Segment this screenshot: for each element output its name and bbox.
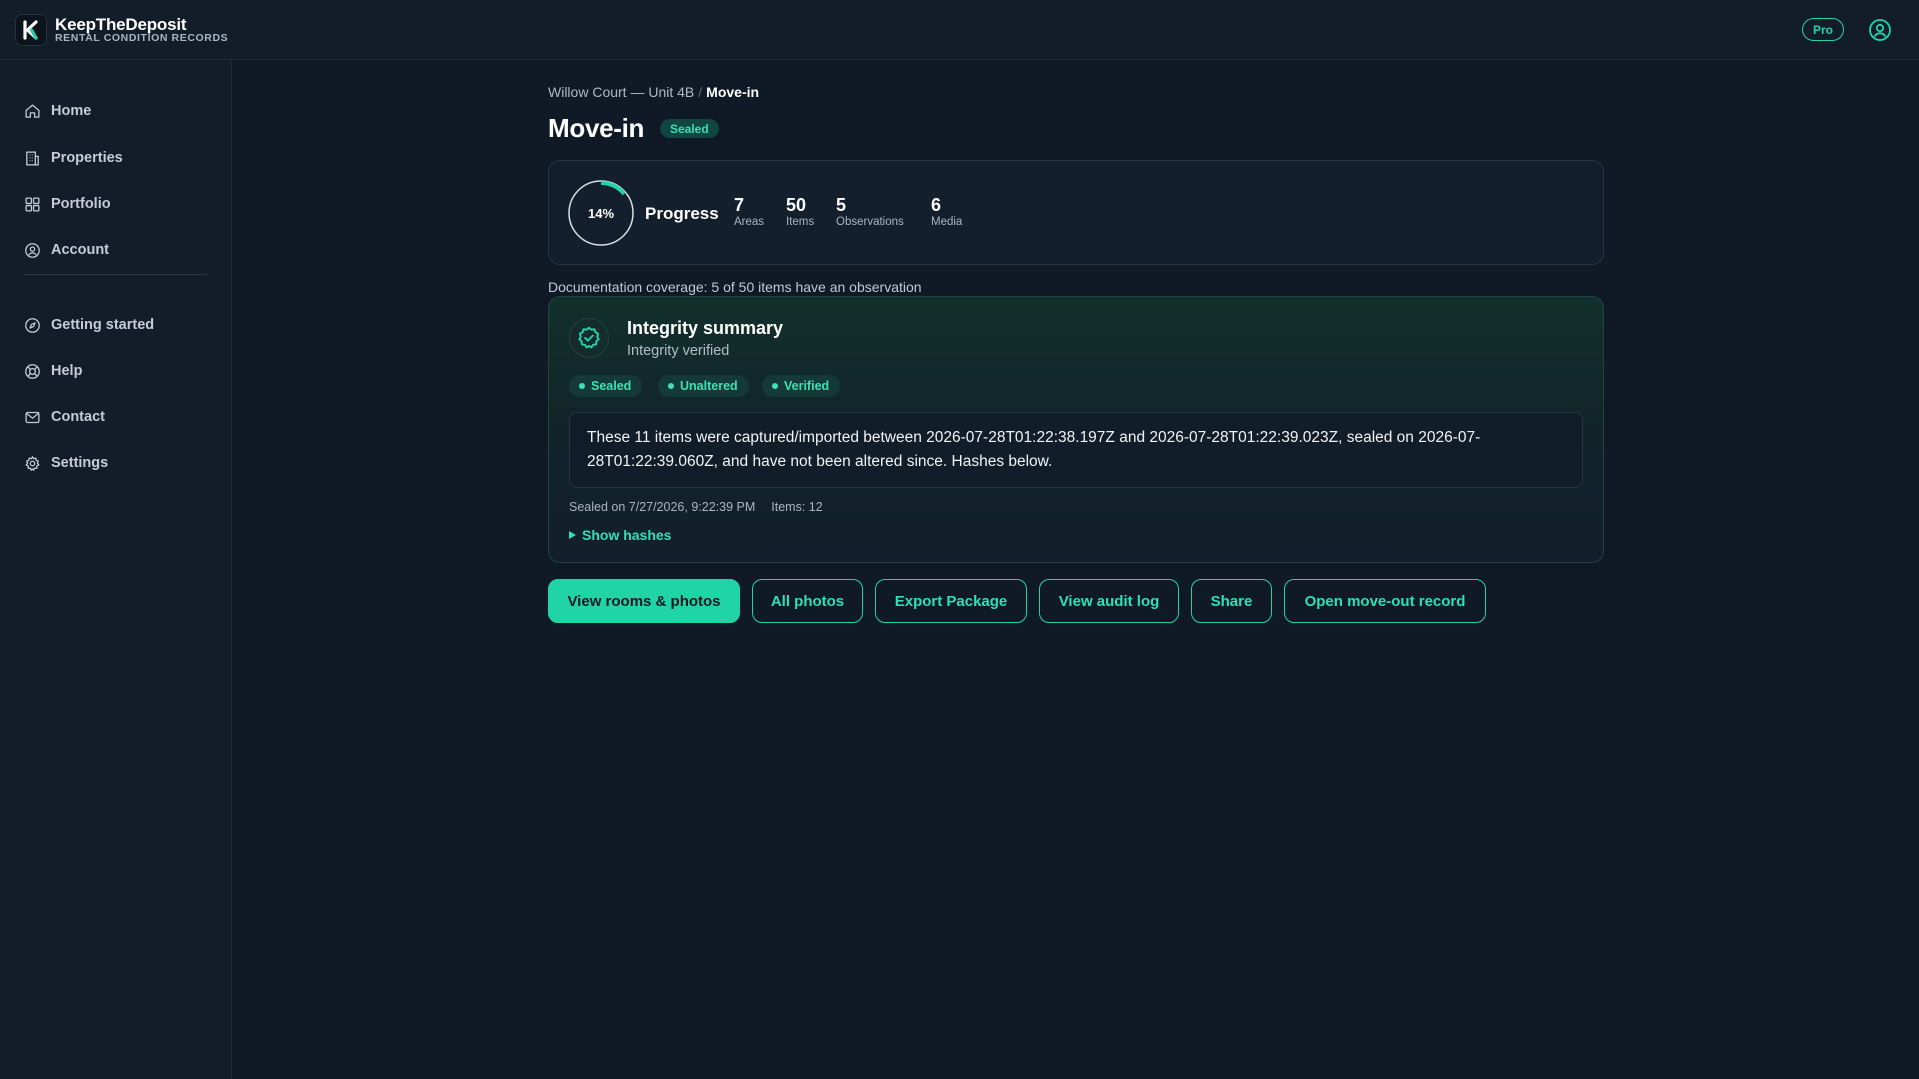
chip-sealed: Sealed xyxy=(569,375,643,397)
open-move-out-record-button[interactable]: Open move-out record xyxy=(1284,579,1486,623)
breadcrumb-parent-link[interactable]: Willow Court — Unit 4B xyxy=(548,84,694,100)
gear-icon xyxy=(25,455,40,471)
sidebar: Home Properties Portfolio Account Gettin… xyxy=(0,60,232,1079)
chip-verified: Verified xyxy=(762,375,841,397)
sidebar-item-properties[interactable]: Properties xyxy=(24,145,123,171)
progress-percent: 14% xyxy=(587,205,615,221)
chip-label: Unaltered xyxy=(680,379,738,393)
status-badge: Sealed xyxy=(660,119,719,138)
stat-observations: 5 Observations xyxy=(836,195,904,230)
stat-value: 7 xyxy=(734,195,745,215)
sidebar-item-label: Portfolio xyxy=(51,196,111,212)
sidebar-item-getting-started[interactable]: Getting started xyxy=(24,312,154,338)
stat-label: Areas xyxy=(734,216,765,228)
sidebar-item-label: Getting started xyxy=(51,317,155,333)
stat-value: 50 xyxy=(786,195,807,215)
items-count: Items: 12 xyxy=(771,500,823,514)
stat-label: Items xyxy=(786,216,815,228)
brand-subtitle: RENTAL CONDITION RECORDS xyxy=(55,32,229,44)
view-rooms-photos-button[interactable]: View rooms & photos xyxy=(548,579,740,623)
show-hashes-toggle[interactable]: Show hashes xyxy=(569,527,671,543)
coverage-text: Documentation coverage: 5 of 50 items ha… xyxy=(548,279,922,295)
integrity-summary-card: Integrity summary Integrity verified Sea… xyxy=(548,296,1604,563)
stat-label: Observations xyxy=(836,216,904,228)
lifebuoy-icon xyxy=(25,363,40,379)
sidebar-item-label: Home xyxy=(51,103,92,119)
sidebar-item-label: Settings xyxy=(51,455,109,471)
stat-areas: 7 Areas xyxy=(734,195,764,230)
logo-icon[interactable] xyxy=(15,14,47,46)
sidebar-item-home[interactable]: Home xyxy=(24,98,91,124)
sidebar-item-label: Help xyxy=(51,363,83,379)
breadcrumb-separator: / xyxy=(698,84,703,100)
account-menu-button[interactable] xyxy=(1868,18,1892,42)
page-title: Move-in xyxy=(548,113,645,143)
chip-unaltered: Unaltered xyxy=(658,375,749,397)
all-photos-button[interactable]: All photos xyxy=(752,579,863,623)
stat-label: Media xyxy=(931,216,963,228)
sidebar-item-label: Contact xyxy=(51,409,105,425)
show-hashes-label: Show hashes xyxy=(582,527,672,543)
export-package-button[interactable]: Export Package xyxy=(875,579,1027,623)
sealed-on: Sealed on 7/27/2026, 9:22:39 PM xyxy=(569,500,756,514)
integrity-statement: These 11 items were captured/imported be… xyxy=(569,412,1583,488)
compass-icon xyxy=(25,317,40,333)
stat-items: 50 Items xyxy=(786,195,814,230)
mail-icon xyxy=(25,411,40,423)
top-bar: KeepTheDeposit RENTAL CONDITION RECORDS … xyxy=(0,0,1919,60)
breadcrumb-current: Move-in xyxy=(706,84,760,100)
progress-label: Progress xyxy=(645,204,719,223)
stat-value: 5 xyxy=(836,195,847,215)
building-icon xyxy=(26,150,39,166)
sidebar-divider xyxy=(24,274,207,275)
sidebar-item-label: Account xyxy=(51,242,109,258)
sidebar-item-label: Properties xyxy=(51,150,123,166)
chip-label: Sealed xyxy=(591,379,632,393)
status-dot xyxy=(579,383,585,389)
sidebar-item-contact[interactable]: Contact xyxy=(24,404,105,430)
sidebar-item-account[interactable]: Account xyxy=(24,237,109,263)
integrity-title: Integrity summary xyxy=(627,318,784,338)
sidebar-item-settings[interactable]: Settings xyxy=(24,450,108,476)
plan-badge: Pro xyxy=(1802,18,1844,41)
sidebar-item-portfolio[interactable]: Portfolio xyxy=(24,191,111,217)
progress-card: 14% Progress 7 Areas 50 Items 5 Observat… xyxy=(548,160,1604,265)
stat-media: 6 Media xyxy=(931,195,962,230)
sidebar-item-help[interactable]: Help xyxy=(24,358,82,384)
verified-badge-icon xyxy=(569,318,609,358)
sealed-meta: Sealed on 7/27/2026, 9:22:39 PM Items: 12 xyxy=(569,500,823,514)
status-dot xyxy=(668,383,674,389)
view-audit-log-button[interactable]: View audit log xyxy=(1039,579,1179,623)
integrity-subtitle: Integrity verified xyxy=(627,343,730,359)
grid-icon xyxy=(25,196,40,212)
user-circle-icon xyxy=(1869,19,1891,41)
breadcrumb: Willow Court — Unit 4B / Move-in xyxy=(548,84,759,100)
user-circle-icon xyxy=(25,242,40,258)
chip-label: Verified xyxy=(784,379,830,393)
status-dot xyxy=(772,383,778,389)
home-icon xyxy=(25,103,40,118)
caret-right-icon xyxy=(569,531,576,539)
share-button[interactable]: Share xyxy=(1191,579,1272,623)
stat-value: 6 xyxy=(931,195,942,215)
